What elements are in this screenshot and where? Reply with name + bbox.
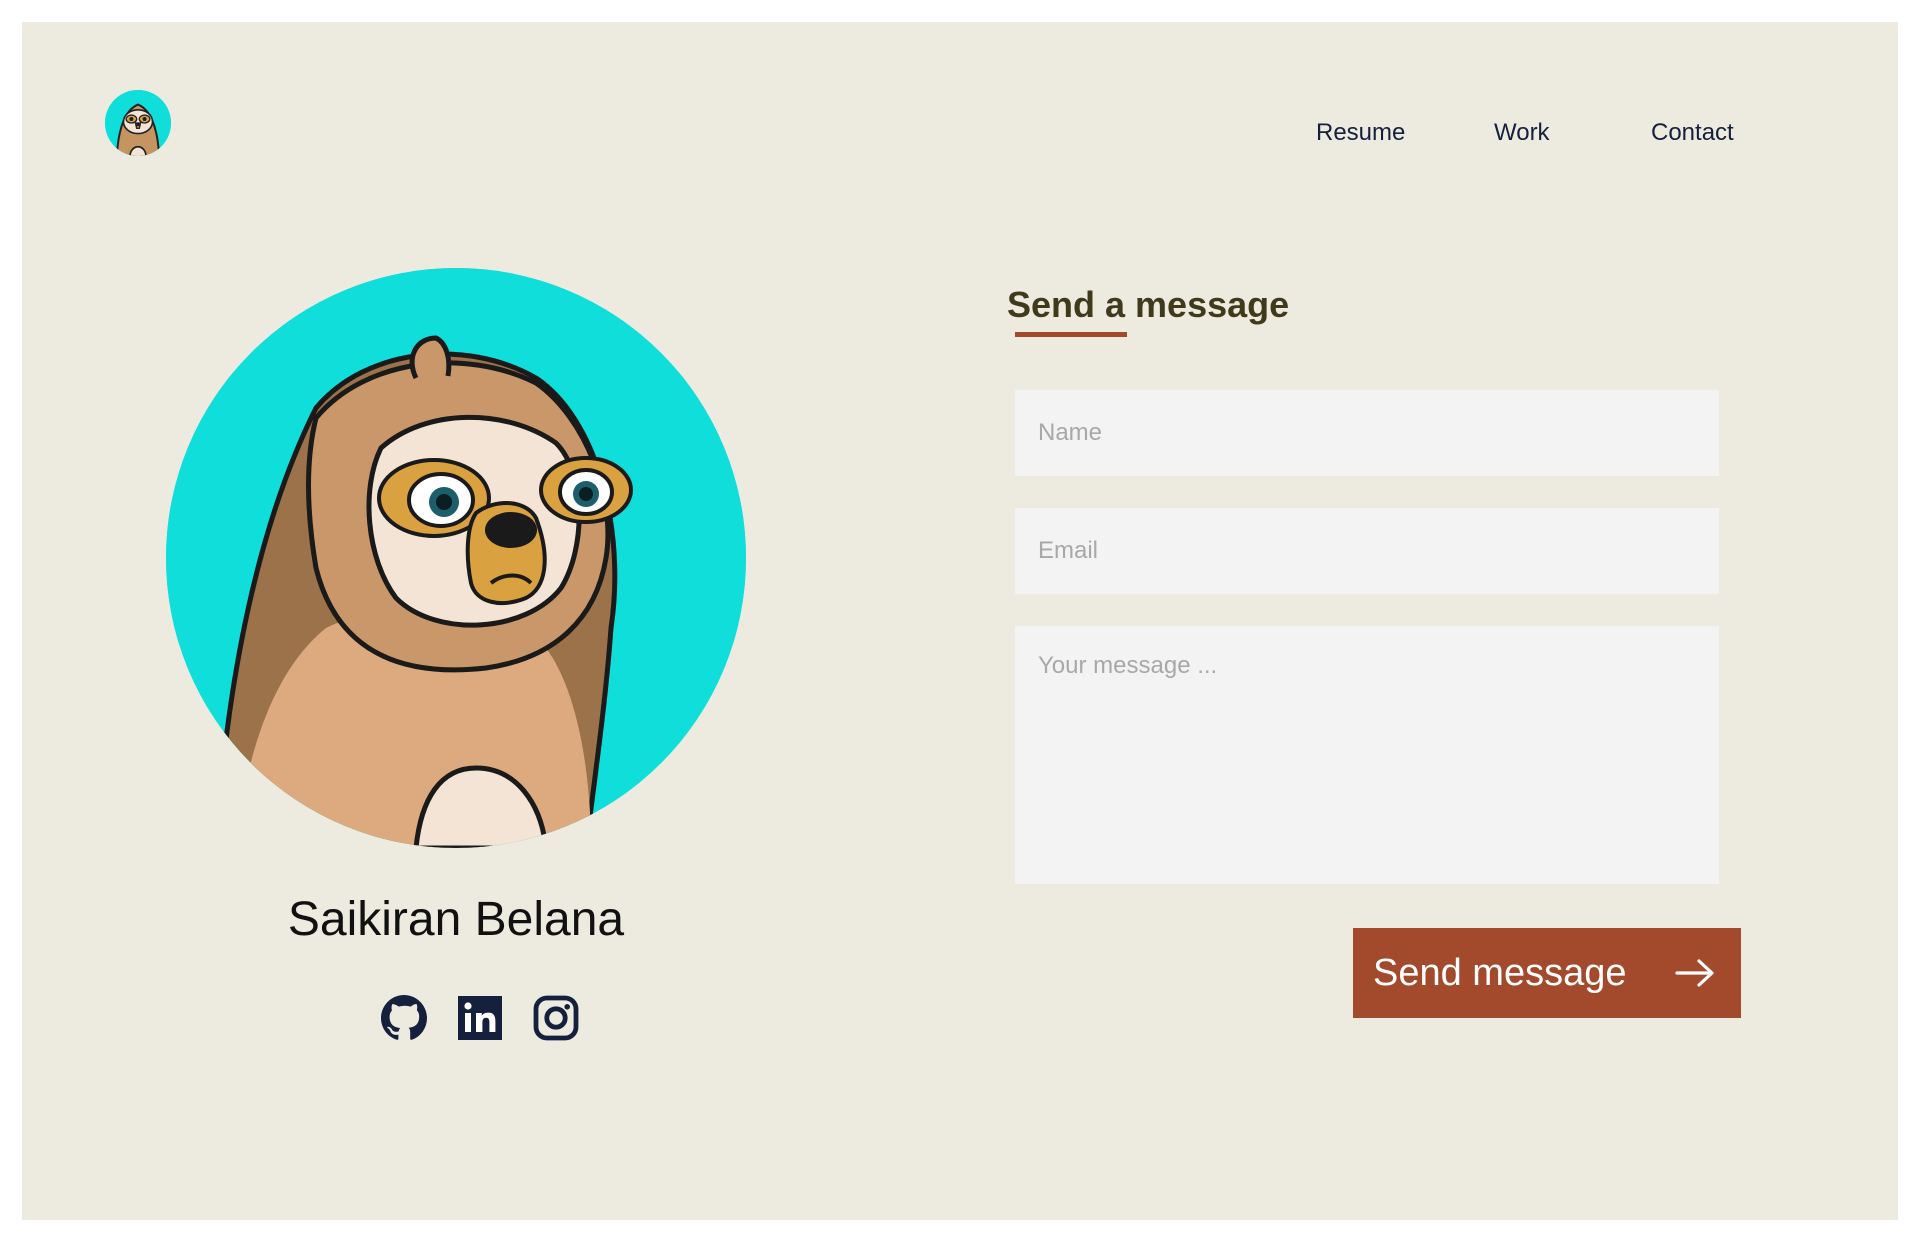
social-links — [356, 994, 579, 1042]
nav-resume[interactable]: Resume — [1316, 118, 1405, 148]
arrow-right-icon — [1675, 959, 1714, 987]
profile-name: Saikiran Belana — [287, 893, 625, 946]
send-message-label: Send message — [1373, 951, 1627, 994]
sloth-illustration — [166, 268, 746, 848]
github-icon[interactable] — [380, 994, 428, 1042]
form-title: Send a message — [1007, 284, 1290, 325]
instagram-icon[interactable] — [532, 994, 580, 1042]
name-input[interactable] — [1015, 390, 1719, 476]
email-input[interactable] — [1015, 508, 1719, 594]
profile-avatar — [166, 268, 746, 848]
nav-contact[interactable]: Contact — [1651, 118, 1734, 148]
message-textarea[interactable] — [1015, 626, 1719, 884]
sloth-icon — [105, 90, 171, 156]
linkedin-icon[interactable] — [456, 994, 504, 1042]
send-message-button[interactable]: Send message — [1353, 928, 1741, 1018]
logo-avatar[interactable] — [105, 90, 171, 156]
title-underline — [1015, 332, 1127, 337]
nav-work[interactable]: Work — [1494, 118, 1550, 148]
